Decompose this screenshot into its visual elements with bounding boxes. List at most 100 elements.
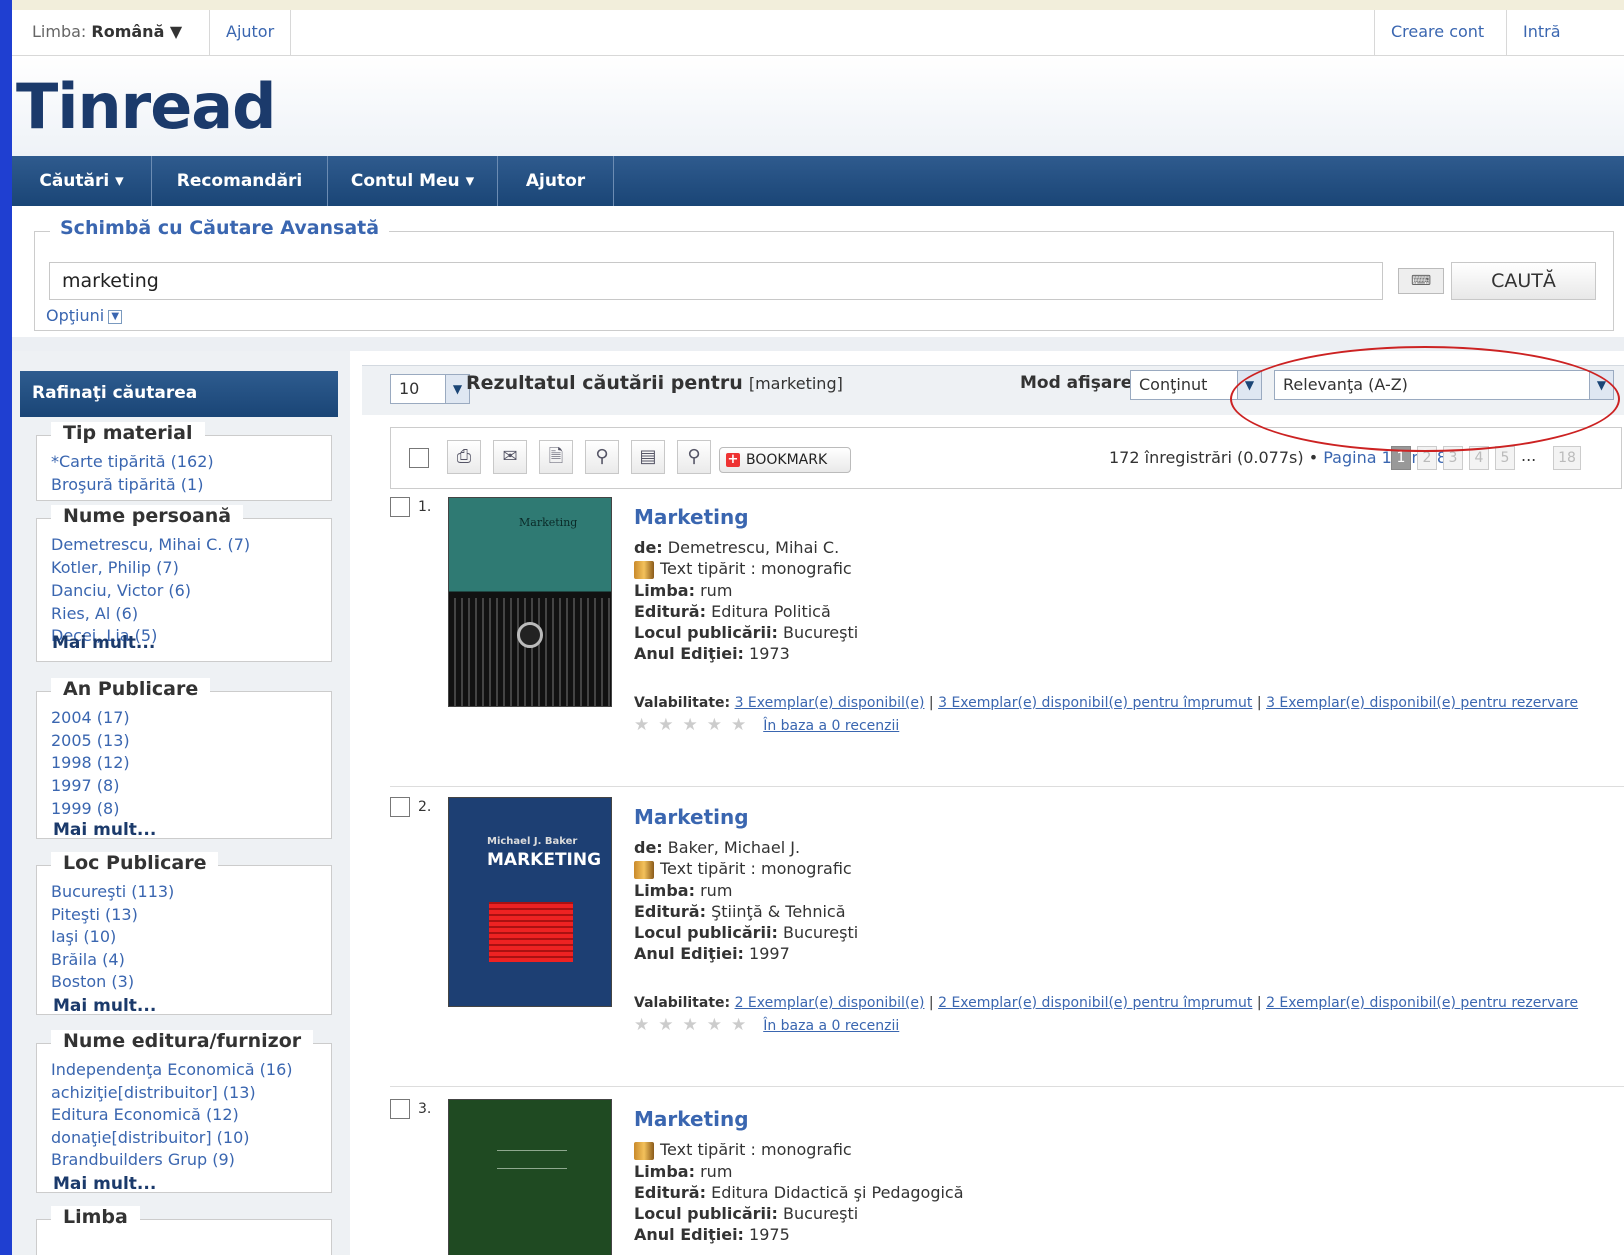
cover-emblem (517, 622, 543, 648)
results-title: Rezultatul căutării pentru [marketing] (466, 372, 843, 394)
reviews-link[interactable]: În baza a 0 recenzii (763, 1018, 899, 1034)
availability-loan-link[interactable]: 3 Exemplar(e) disponibil(e) pentru împru… (938, 695, 1252, 711)
record-publisher: Editură: Ştiinţă & Tehnică (634, 902, 846, 921)
facet-item[interactable]: donaţie[distribuitor] (10) (51, 1128, 249, 1147)
display-mode-label: Mod afişare (1020, 373, 1133, 393)
facet-item[interactable]: Brandbuilders Grup (9) (51, 1150, 235, 1169)
facet-year: An Publicare 2004 (17) 2005 (13) 1998 (1… (36, 678, 332, 840)
book-cover[interactable] (448, 1099, 612, 1255)
record-number: 3. (418, 1101, 432, 1117)
search-button[interactable]: CAUTĂ (1451, 262, 1596, 300)
rating-stars[interactable]: ★★★★★ În baza a 0 recenzii (634, 715, 899, 735)
search-panel: Schimbă cu Căutare Avansată marketing ⌨ … (16, 207, 1624, 337)
book-cover[interactable]: Marketing (448, 497, 612, 707)
record-publisher: Editură: Editura Didactică şi Pedagogică (634, 1183, 964, 1202)
cover-pattern (449, 598, 611, 706)
user-find-icon[interactable]: ⚲ (677, 440, 711, 474)
nav-cautari[interactable]: Căutări ▾ (12, 156, 152, 206)
facet-item[interactable]: 2005 (13) (51, 731, 130, 750)
record-author: de: Demetrescu, Mihai C. (634, 538, 840, 557)
availability-link[interactable]: 3 Exemplar(e) disponibil(e) (735, 695, 925, 711)
result-record: 1. Marketing Marketing de: Demetrescu, M… (362, 497, 1624, 757)
user-search-icon[interactable]: ⚲ (585, 440, 619, 474)
keyboard-icon[interactable]: ⌨ (1398, 268, 1444, 294)
print-icon[interactable]: ⎙ (447, 440, 481, 474)
record-type: Text tipărit : monografic (634, 1139, 852, 1160)
reviews-link[interactable]: În baza a 0 recenzii (763, 718, 899, 734)
per-page-select[interactable]: 10 ▼ (390, 374, 470, 404)
header: Tinread (12, 56, 1624, 156)
more-link[interactable]: Mai mult... (53, 996, 156, 1016)
record-year: Anul Ediţiei: 1997 (634, 944, 790, 963)
advanced-search-toggle[interactable]: Schimbă cu Căutare Avansată (50, 217, 390, 239)
cover-graphic (489, 902, 573, 962)
login-link[interactable]: Intră (1506, 10, 1624, 56)
nav-recomandari[interactable]: Recomandări (152, 156, 328, 206)
export-icon[interactable]: ▤ (631, 440, 665, 474)
annotation-highlight (1230, 346, 1620, 452)
browser-top-strip (0, 0, 1624, 10)
facet-item[interactable]: 1999 (8) (51, 799, 119, 818)
record-language: Limba: rum (634, 1162, 733, 1181)
result-record: 3. Marketing Text tipărit : monografic L… (362, 1099, 1624, 1255)
facet-item[interactable]: Danciu, Victor (6) (51, 581, 191, 600)
last-page-button[interactable]: 18 (1553, 446, 1581, 470)
record-title-link[interactable]: Marketing (634, 505, 749, 529)
facet-item[interactable]: achiziţie[distribuitor] (13) (51, 1083, 256, 1102)
save-icon[interactable]: 🗎 (539, 440, 573, 474)
record-count: 172 înregistrări (0.077s) (1109, 448, 1304, 467)
email-icon[interactable]: ✉ (493, 440, 527, 474)
record-checkbox[interactable] (390, 797, 410, 817)
facet-item[interactable]: 1998 (12) (51, 753, 130, 772)
more-link[interactable]: Mai mult... (52, 633, 155, 653)
facet-title: An Publicare (51, 678, 211, 700)
more-link[interactable]: Mai mult... (53, 1174, 156, 1194)
facet-item[interactable]: Boston (3) (51, 972, 134, 991)
availability-reserve-link[interactable]: 3 Exemplar(e) disponibil(e) pentru rezer… (1266, 695, 1578, 711)
facet-item[interactable]: Independenţa Economică (16) (51, 1060, 293, 1079)
facet-item[interactable]: Demetrescu, Mihai C. (7) (51, 535, 250, 554)
facet-item[interactable]: Kotler, Philip (7) (51, 558, 179, 577)
facet-item[interactable]: Ries, Al (6) (51, 604, 138, 623)
record-title-link[interactable]: Marketing (634, 1107, 749, 1131)
options-toggle[interactable]: Opţiuni ▼ (46, 306, 123, 325)
select-all-checkbox[interactable] (409, 448, 429, 468)
page-5-button[interactable]: 5 (1495, 446, 1515, 470)
facet-material-type: Tip material *Carte tipărită (162) Broşu… (36, 422, 332, 501)
availability-loan-link[interactable]: 2 Exemplar(e) disponibil(e) pentru împru… (938, 995, 1252, 1011)
language-selector[interactable]: Limba: Română ▼ (16, 10, 210, 56)
more-link[interactable]: Mai mult... (53, 820, 156, 840)
facet-item[interactable]: *Carte tipărită (162) (51, 452, 214, 471)
book-cover[interactable]: Michael J. Baker MARKETING (448, 797, 612, 1007)
availability-link[interactable]: 2 Exemplar(e) disponibil(e) (735, 995, 925, 1011)
facet-item[interactable]: Bucureşti (113) (51, 882, 174, 901)
top-bar: Limba: Română ▼ Ajutor Creare cont Intră (12, 10, 1624, 56)
nav-ajutor[interactable]: Ajutor (498, 156, 614, 206)
nav-contul-meu[interactable]: Contul Meu ▾ (328, 156, 498, 206)
availability-reserve-link[interactable]: 2 Exemplar(e) disponibil(e) pentru rezer… (1266, 995, 1578, 1011)
chevron-down-icon: ▼ (108, 309, 123, 324)
tinread-logo[interactable]: Tinread (16, 70, 277, 143)
facet-item[interactable]: 1997 (8) (51, 776, 119, 795)
facet-item[interactable]: Piteşti (13) (51, 905, 138, 924)
search-input[interactable]: marketing (49, 262, 1383, 300)
refine-sidebar: Rafinaţi căutarea Tip material *Carte ti… (12, 351, 350, 1255)
help-link[interactable]: Ajutor (210, 10, 292, 56)
facet-item[interactable]: Iaşi (10) (51, 927, 116, 946)
display-mode-value: Conţinut (1139, 375, 1208, 394)
facet-item[interactable]: Editura Economică (12) (51, 1105, 239, 1124)
rating-stars[interactable]: ★★★★★ În baza a 0 recenzii (634, 1015, 899, 1035)
options-label: Opţiuni (46, 306, 105, 325)
facet-item[interactable]: Broşură tipărită (1) (51, 475, 203, 494)
facet-item[interactable]: Brăila (4) (51, 950, 125, 969)
results-title-bold: Rezultatul căutării pentru (466, 372, 743, 394)
record-checkbox[interactable] (390, 497, 410, 517)
record-title-link[interactable]: Marketing (634, 805, 749, 829)
create-account-link[interactable]: Creare cont (1374, 10, 1506, 56)
facet-item[interactable]: 2004 (17) (51, 708, 130, 727)
record-checkbox[interactable] (390, 1099, 410, 1119)
bookmark-button[interactable]: BOOKMARK (719, 447, 851, 473)
pagination-ellipsis: ... (1521, 446, 1537, 465)
record-availability: Valabilitate: 2 Exemplar(e) disponibil(e… (634, 995, 1579, 1011)
record-place: Locul publicării: Bucureşti (634, 1204, 859, 1223)
